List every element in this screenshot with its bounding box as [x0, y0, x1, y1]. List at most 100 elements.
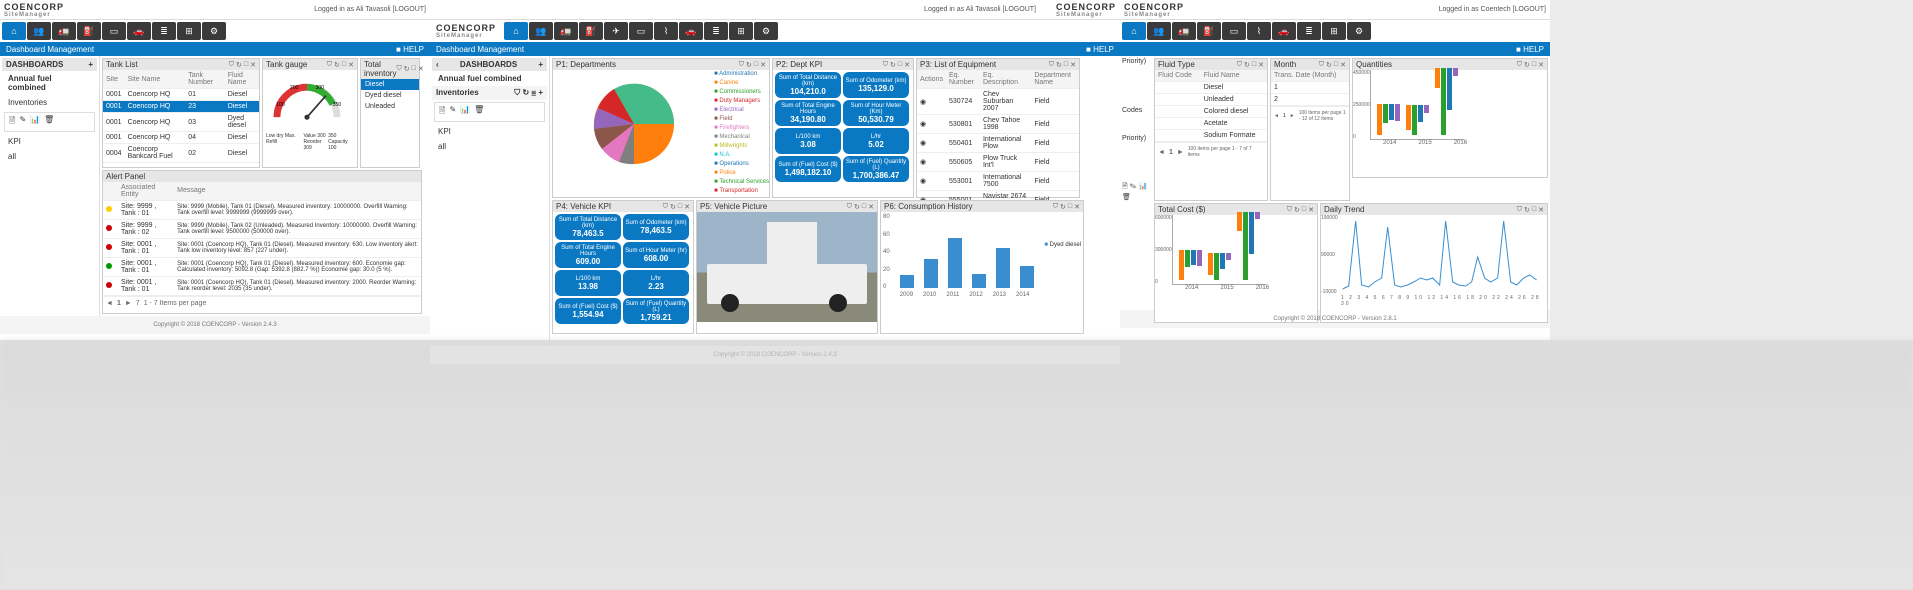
svg-text:100: 100 — [276, 102, 285, 108]
table-row[interactable]: 2 — [1271, 94, 1349, 106]
nav-users-icon[interactable]: 👥 — [27, 22, 51, 40]
nav-home-icon[interactable]: ⌂ — [2, 22, 26, 40]
nav-plane-icon[interactable]: ✈ — [604, 22, 628, 40]
table-row[interactable]: ◉553001International 7500Field — [917, 172, 1079, 191]
nav-fuel-icon[interactable]: ⛽ — [579, 22, 603, 40]
quantities-chart — [1370, 70, 1464, 140]
alert-row[interactable]: Site: 0001 , Tank : 01Site: 0001 (Coenco… — [103, 257, 421, 276]
nav-spring-icon[interactable]: ⌇ — [654, 22, 678, 40]
totalcost-title: Total Cost ($) — [1158, 205, 1206, 214]
tool-doc-icon[interactable]: 🗎 — [9, 115, 15, 129]
nav-fleet-icon[interactable]: 🚛 — [52, 22, 76, 40]
table-row[interactable]: Diesel — [1155, 82, 1267, 94]
nav-fleet-icon[interactable]: 🚛 — [554, 22, 578, 40]
table-row[interactable]: 0001Coencorp HQ04Diesel — [103, 132, 259, 144]
logo: COENCORPSiteManager — [4, 2, 64, 18]
sidebar-item-inventories[interactable]: Inventories — [2, 95, 97, 110]
nav-users-icon[interactable]: 👥 — [1147, 22, 1171, 40]
kpi-chip: Sum of Odometer (km)135,129.0 — [843, 72, 909, 98]
nav-card-icon[interactable]: ▭ — [102, 22, 126, 40]
svg-text:200: 200 — [290, 85, 299, 91]
table-row[interactable]: Colored diesel — [1155, 106, 1267, 118]
help-link[interactable]: ■ HELP — [1516, 45, 1544, 54]
table-row[interactable]: ◉550605Plow Truck Int'lField — [917, 153, 1079, 172]
user-login[interactable]: Logged in as Ali Tavasoli [LOGOUT] — [924, 6, 1036, 13]
sidebar-item-kpi[interactable]: KPI — [432, 124, 547, 139]
add-icon[interactable]: + — [538, 60, 543, 69]
nav-list-icon[interactable]: ≣ — [152, 22, 176, 40]
p6-title: P6: Consumption History — [884, 202, 972, 211]
nav-list-icon[interactable]: ≣ — [704, 22, 728, 40]
active-tab[interactable]: Dashboard Management — [436, 45, 524, 54]
sidebar-item-all[interactable]: all — [2, 149, 97, 164]
inv-row[interactable]: Unleaded — [361, 101, 419, 112]
kpi-chip: Sum of Total Engine Hours34,190.80 — [775, 100, 841, 126]
tool-chart-icon[interactable]: 📊 — [30, 115, 40, 129]
quantities-title: Quantities — [1356, 60, 1392, 69]
nav-settings-icon[interactable]: ⚙ — [202, 22, 226, 40]
close-icon[interactable]: ✕ — [250, 61, 256, 69]
kpi-chip: Sum of (Fuel) Quantity (L)1,700,386.47 — [843, 156, 909, 182]
user-login[interactable]: Logged in as Ali Tavasoli [LOGOUT] — [314, 6, 426, 13]
pager-next-icon[interactable]: ► — [125, 300, 132, 307]
max-icon[interactable]: □ — [244, 61, 248, 69]
nav-vehicle-icon[interactable]: 🚗 — [679, 22, 703, 40]
nav-home-icon[interactable]: ⌂ — [1122, 22, 1146, 40]
table-row[interactable]: Unleaded — [1155, 94, 1267, 106]
sidebar-fragment: Priority) Codes Priority) 🗎 ✎ 📊 🗑 — [1122, 58, 1152, 201]
nav-vehicle-icon[interactable]: 🚗 — [127, 22, 151, 40]
nav-keyboard-icon[interactable]: ⊞ — [1322, 22, 1346, 40]
p3-title: P3: List of Equipment — [920, 60, 996, 69]
nav-fuel-icon[interactable]: ⛽ — [1197, 22, 1221, 40]
inv-row[interactable]: Dyed diesel — [361, 90, 419, 101]
nav-settings-icon[interactable]: ⚙ — [1347, 22, 1371, 40]
table-row[interactable]: 0001Coencorp HQ03Dyed diesel — [103, 113, 259, 132]
nav-fuel-icon[interactable]: ⛽ — [77, 22, 101, 40]
nav-fleet-icon[interactable]: 🚛 — [1172, 22, 1196, 40]
table-row[interactable]: ◉530801Chev Tahoe 1998Field — [917, 115, 1079, 134]
sidebar-item-annual[interactable]: Annual fuel combined — [432, 71, 547, 86]
sidebar-item-annual[interactable]: Annual fuel combined — [2, 71, 97, 95]
p6-legend: ■ Dyed diesel — [1042, 212, 1083, 298]
table-row[interactable]: Sodium Formate — [1155, 130, 1267, 142]
alert-row[interactable]: Site: 0001 , Tank : 01Site: 0001 (Coenco… — [103, 238, 421, 257]
nav-keyboard-icon[interactable]: ⊞ — [729, 22, 753, 40]
table-row[interactable]: 1 — [1271, 82, 1349, 94]
nav-users-icon[interactable]: 👥 — [529, 22, 553, 40]
table-row[interactable]: 0001Coencorp HQ23Diesel — [103, 101, 259, 113]
p2-title: P2: Dept KPI — [776, 60, 822, 69]
nav-home-icon[interactable]: ⌂ — [504, 22, 528, 40]
user-login[interactable]: Logged in as Coentech [LOGOUT] — [1439, 6, 1546, 13]
nav-spring-icon[interactable]: ⌇ — [1247, 22, 1271, 40]
kpi-chip: L/100 km3.08 — [775, 128, 841, 154]
pager-prev-icon[interactable]: ◄ — [106, 300, 113, 307]
inv-row[interactable]: Diesel — [361, 79, 419, 90]
sidebar-item-all[interactable]: all — [432, 139, 547, 154]
alert-row[interactable]: Site: 9999 , Tank : 01Site: 9999 (Mobile… — [103, 200, 421, 219]
help-link[interactable]: ■ HELP — [396, 45, 424, 54]
nav-list-icon[interactable]: ≣ — [1297, 22, 1321, 40]
filter-icon[interactable]: ⛉ — [229, 61, 234, 69]
help-link[interactable]: ■ HELP — [1086, 45, 1114, 54]
table-row[interactable]: Acetate — [1155, 118, 1267, 130]
alert-row[interactable]: Site: 9999 , Tank : 02Site: 9999 (Mobile… — [103, 219, 421, 238]
tool-delete-icon[interactable]: 🗑 — [44, 115, 54, 129]
nav-vehicle-icon[interactable]: 🚗 — [1272, 22, 1296, 40]
kpi-chip: Sum of (Fuel) Cost ($)1,498,182.10 — [775, 156, 841, 182]
nav-keyboard-icon[interactable]: ⊞ — [177, 22, 201, 40]
refresh-icon[interactable]: ↻ — [236, 61, 242, 69]
nav-card-icon[interactable]: ▭ — [1222, 22, 1246, 40]
table-row[interactable]: 0001Coencorp HQ01Diesel — [103, 89, 259, 101]
active-tab[interactable]: Dashboard Management — [6, 45, 94, 54]
totalinv-title: Total inventory — [364, 60, 396, 78]
fluidtype-title: Fluid Type — [1158, 60, 1195, 69]
nav-settings-icon[interactable]: ⚙ — [754, 22, 778, 40]
alert-row[interactable]: Site: 0001 , Tank : 01Site: 0001 (Coenco… — [103, 276, 421, 295]
table-row[interactable]: ◉550401International PlowField — [917, 134, 1079, 153]
tool-edit-icon[interactable]: ✎ — [19, 115, 26, 129]
table-row[interactable]: 0004Coencorp Bankcard Fuel02Diesel — [103, 144, 259, 163]
add-dashboard-icon[interactable]: + — [88, 60, 93, 69]
table-row[interactable]: ◉530724Chev Suburban 2007Field — [917, 89, 1079, 115]
sidebar-item-kpi[interactable]: KPI — [2, 134, 97, 149]
nav-card-icon[interactable]: ▭ — [629, 22, 653, 40]
